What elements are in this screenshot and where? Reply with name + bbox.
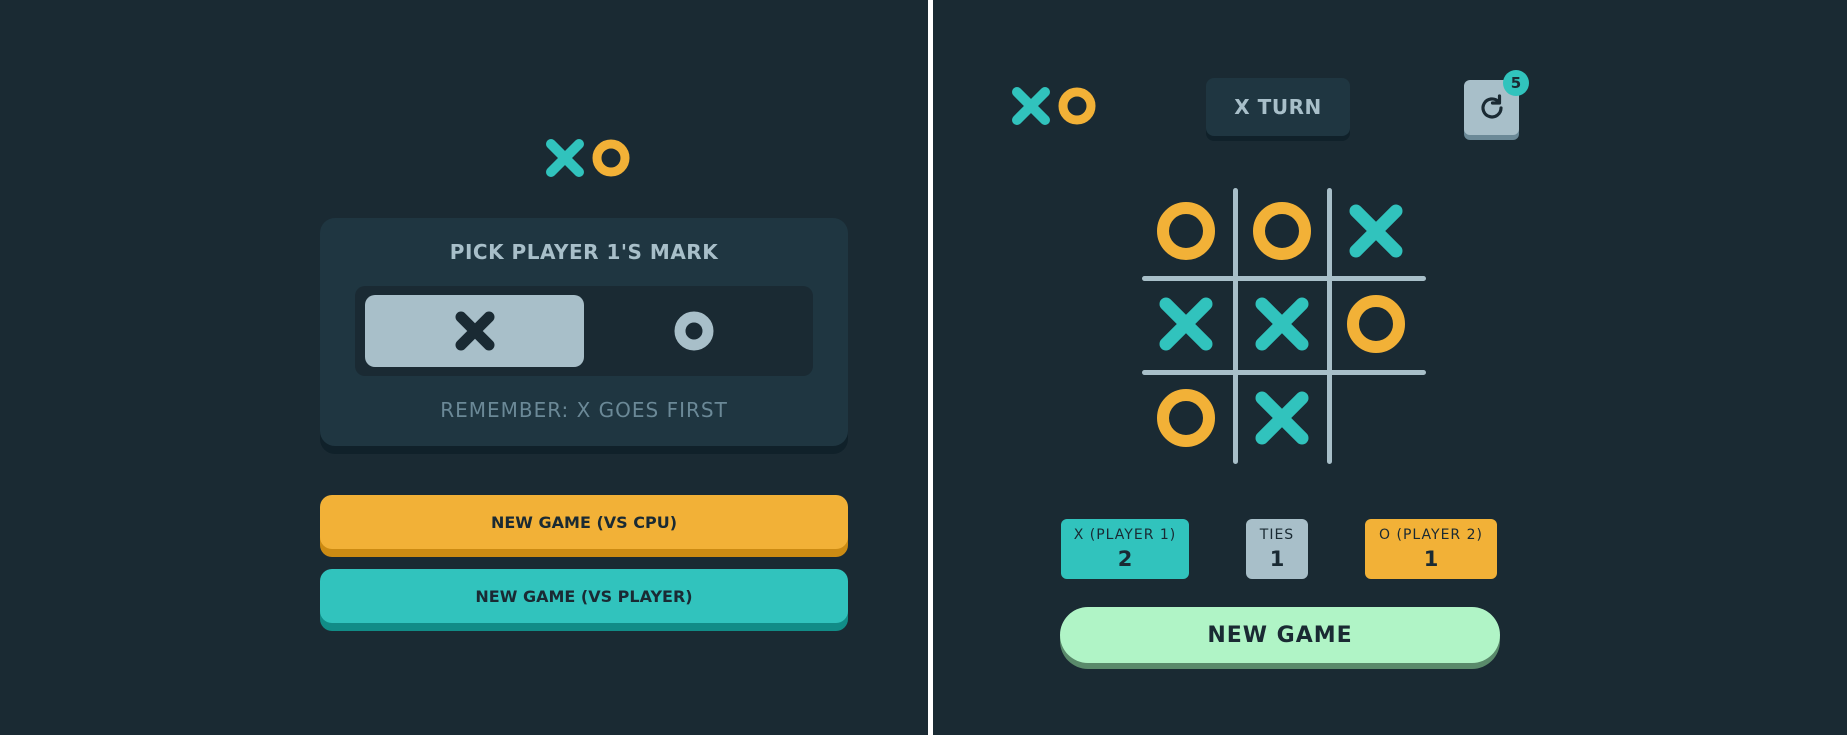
x-mark-icon	[1159, 297, 1213, 351]
score-o-player-2: O (PLAYER 2) 1	[1365, 519, 1497, 579]
setup-screen: PICK PLAYER 1'S MARK REMEMBER: X GOES FI…	[0, 0, 928, 735]
o-mark-icon	[1347, 295, 1405, 353]
board-cell-2-1[interactable]	[1237, 373, 1327, 463]
restart-count-badge: 5	[1503, 70, 1529, 96]
x-icon	[546, 139, 584, 177]
logo	[545, 138, 631, 178]
board-cell-1-2[interactable]	[1331, 279, 1421, 369]
board-cell-0-2[interactable]	[1331, 186, 1421, 276]
score-value: 2	[1117, 547, 1133, 571]
restart-icon	[1480, 93, 1503, 118]
x-mark-icon	[1255, 391, 1309, 445]
o-mark-icon	[1157, 202, 1215, 260]
logo	[1011, 86, 1097, 126]
board-cell-2-0[interactable]	[1141, 373, 1231, 463]
score-label: TIES	[1259, 527, 1295, 543]
score-label: O (PLAYER 2)	[1379, 527, 1483, 543]
score-ties: TIES 1	[1246, 519, 1308, 579]
o-icon	[674, 311, 713, 351]
picker-hint: REMEMBER: X GOES FIRST	[440, 398, 728, 422]
score-x-player-1: X (PLAYER 1) 2	[1061, 519, 1189, 579]
mark-toggle	[355, 286, 813, 376]
board-cell-0-0[interactable]	[1141, 186, 1231, 276]
board-cell-1-0[interactable]	[1141, 279, 1231, 369]
picker-title: PICK PLAYER 1'S MARK	[449, 240, 719, 264]
o-mark-icon	[1157, 389, 1215, 447]
mark-picker-card: PICK PLAYER 1'S MARK REMEMBER: X GOES FI…	[320, 218, 848, 446]
x-icon	[455, 311, 494, 351]
new-game-vs-cpu-button[interactable]: NEW GAME (VS CPU)	[320, 495, 848, 549]
game-board	[1142, 188, 1426, 464]
turn-indicator: X TURN	[1206, 78, 1350, 136]
x-icon	[1012, 87, 1050, 125]
board-cell-2-2[interactable]	[1331, 373, 1421, 463]
o-icon	[1058, 87, 1096, 125]
new-game-vs-player-button[interactable]: NEW GAME (VS PLAYER)	[320, 569, 848, 623]
pick-x-option[interactable]	[365, 295, 584, 367]
game-screen: X TURN 5 X (PLAYER 1) 2 TIES 1 O (PLAYER…	[933, 0, 1847, 735]
score-value: 1	[1423, 547, 1439, 571]
board-cell-0-1[interactable]	[1237, 186, 1327, 276]
pick-o-option[interactable]	[584, 295, 803, 367]
o-mark-icon	[1253, 202, 1311, 260]
o-icon	[592, 139, 630, 177]
score-label: X (PLAYER 1)	[1073, 527, 1177, 543]
board-cell-1-1[interactable]	[1237, 279, 1327, 369]
new-game-button[interactable]: NEW GAME	[1060, 607, 1500, 663]
x-mark-icon	[1349, 204, 1403, 258]
score-value: 1	[1269, 547, 1285, 571]
x-mark-icon	[1255, 297, 1309, 351]
